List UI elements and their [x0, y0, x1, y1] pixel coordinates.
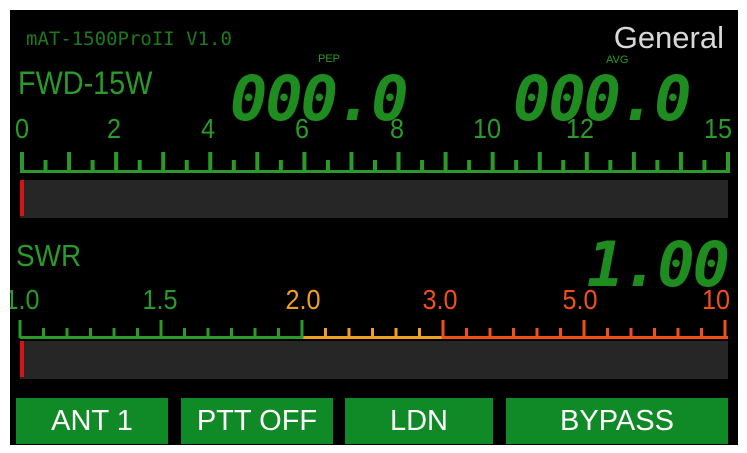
swr-tick — [700, 328, 703, 338]
power-tick — [467, 160, 472, 170]
swr-tick — [582, 320, 586, 338]
power-tick — [137, 160, 142, 170]
power-tick — [373, 160, 377, 170]
power-tick — [325, 160, 330, 170]
power-tick — [349, 152, 354, 170]
swr-tick — [441, 320, 445, 338]
swr-tick — [183, 328, 186, 338]
power-tick — [655, 160, 660, 170]
power-scale-label: 0 — [14, 113, 30, 144]
swr-tick — [465, 328, 468, 338]
forward-power-label: FWD-15W — [18, 65, 153, 101]
swr-tick — [488, 328, 492, 338]
power-scale-ticks — [20, 152, 730, 173]
power-tick — [420, 160, 425, 170]
swr-needle — [20, 341, 24, 377]
swr-scale-label: 1.5 — [142, 284, 178, 315]
power-scale-label: 15 — [703, 113, 733, 144]
swr-tick — [253, 328, 257, 338]
swr-tick — [559, 328, 562, 338]
swr-scale-label: 2.0 — [285, 284, 321, 315]
power-tick — [255, 152, 260, 170]
power-scale-label: 8 — [389, 113, 405, 144]
swr-tick — [629, 328, 633, 338]
power-tick — [678, 152, 683, 170]
power-tick — [514, 160, 519, 170]
swr-scale-label: 3.0 — [422, 284, 458, 315]
avg-value: 000.0 — [513, 62, 692, 135]
ptt-button[interactable]: PTT OFF — [181, 398, 333, 444]
swr-tick — [136, 328, 139, 338]
power-tick — [561, 160, 566, 170]
power-tick — [161, 152, 166, 170]
power-tick — [184, 160, 189, 170]
swr-tick — [347, 328, 351, 338]
swr-bar — [20, 341, 728, 379]
power-tick — [114, 152, 119, 170]
swr-tick — [606, 328, 609, 338]
power-tick — [726, 152, 730, 170]
power-scale-label: 12 — [565, 113, 595, 144]
swr-label: SWR — [16, 238, 82, 273]
mode-label: General — [613, 20, 724, 55]
power-tick — [584, 152, 589, 170]
swr-tick — [159, 320, 163, 338]
power-scale-label: 10 — [472, 113, 502, 144]
swr-tick — [512, 328, 515, 338]
swr-tick — [723, 320, 727, 338]
power-tick — [396, 152, 401, 170]
swr-tick — [230, 328, 233, 338]
antenna-button[interactable]: ANT 1 — [16, 398, 168, 444]
power-scale-label: 4 — [200, 113, 216, 144]
firmware-version: mAT-1500ProII V1.0 — [26, 28, 232, 50]
swr-tick — [65, 328, 69, 338]
power-tick — [443, 152, 448, 170]
swr-tick — [371, 328, 374, 338]
swr-tick — [394, 328, 398, 338]
power-tick — [302, 152, 307, 170]
power-tick — [90, 160, 95, 170]
power-tick — [231, 160, 236, 170]
power-bar — [20, 180, 728, 218]
swr-tick — [42, 328, 45, 338]
power-tick — [631, 152, 636, 170]
swr-tick — [300, 320, 304, 338]
bypass-button[interactable]: BYPASS — [506, 398, 728, 444]
power-axis-line — [20, 170, 730, 173]
power-tick — [67, 152, 72, 170]
power-needle — [20, 180, 24, 216]
swr-tick — [18, 320, 22, 338]
swr-tick — [206, 328, 210, 338]
power-tick — [20, 152, 24, 170]
swr-scale-label: 5.0 — [562, 284, 598, 315]
swr-tick — [418, 328, 421, 338]
swr-tick — [112, 328, 116, 338]
swr-tick — [277, 328, 280, 338]
power-tick — [208, 152, 213, 170]
swr-scale-label: 1.0 — [10, 284, 40, 315]
swr-tick — [89, 328, 92, 338]
power-tick — [278, 160, 283, 170]
swr-tick — [324, 328, 327, 338]
pep-value: 000.0 — [230, 62, 409, 135]
swr-scale-label: 10 — [701, 284, 731, 315]
power-scale-label: 6 — [294, 113, 310, 144]
swr-tick — [535, 328, 539, 338]
power-tick — [537, 152, 542, 170]
power-scale-label: 2 — [106, 113, 122, 144]
tuner-display: mAT-1500ProII V1.0 General FWD-15W PEP A… — [10, 10, 738, 445]
power-tick — [608, 160, 613, 170]
swr-tick — [676, 328, 680, 338]
power-tick — [490, 152, 495, 170]
power-tick — [702, 160, 707, 170]
ldn-button[interactable]: LDN — [345, 398, 493, 444]
power-tick — [43, 160, 48, 170]
swr-tick — [653, 328, 656, 338]
